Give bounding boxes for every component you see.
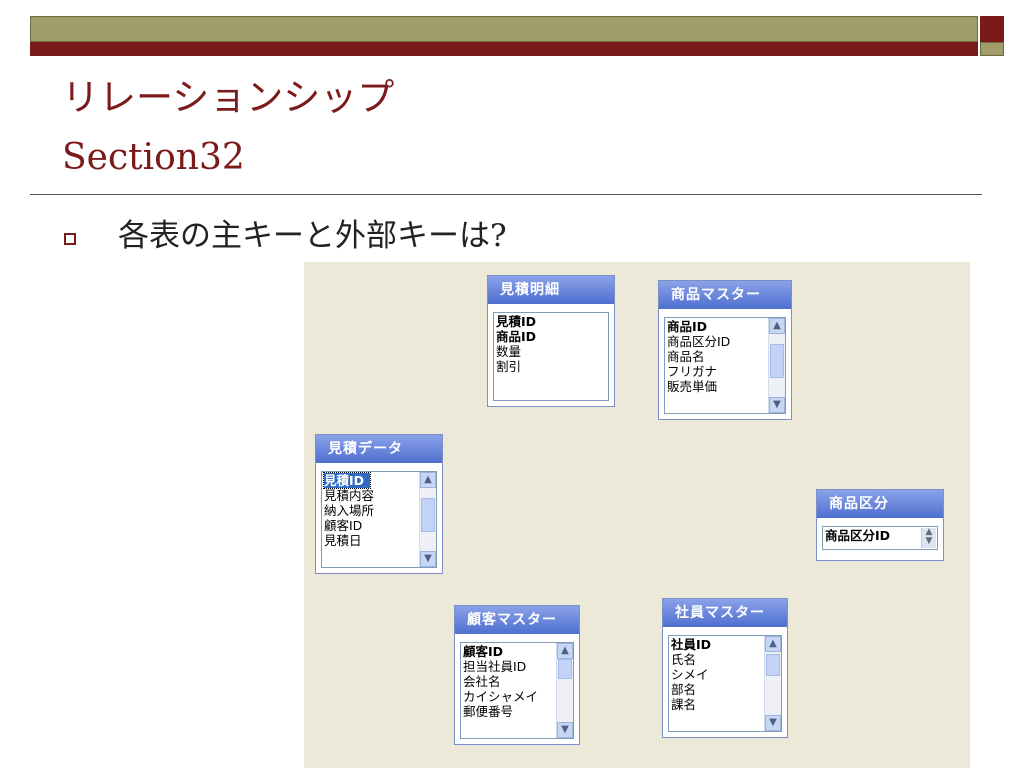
field-item[interactable]: 商品ID xyxy=(496,329,608,344)
scrollbar[interactable]: ▲ ▼ xyxy=(764,636,781,731)
table-shohin-kubun[interactable]: 商品区分 商品区分ID ▲ ▼ xyxy=(816,489,944,561)
header-square-red xyxy=(980,16,1004,42)
table-title[interactable]: 商品マスター xyxy=(659,281,791,309)
scroll-thumb[interactable] xyxy=(558,659,572,679)
field-list[interactable]: 見積ID 商品ID 数量 割引 xyxy=(493,312,609,401)
field-list[interactable]: 社員ID 氏名 シメイ 部名 課名 ▲ ▼ xyxy=(668,635,782,732)
scroll-up-icon[interactable]: ▲ xyxy=(765,636,781,652)
scroll-down-icon[interactable]: ▼ xyxy=(557,722,573,738)
table-title[interactable]: 見積データ xyxy=(316,435,442,463)
table-title[interactable]: 顧客マスター xyxy=(455,606,579,634)
scroll-up-icon[interactable]: ▲ xyxy=(769,318,785,334)
table-title[interactable]: 社員マスター xyxy=(663,599,787,627)
bullet-question-mark: ? xyxy=(490,218,507,254)
field-list[interactable]: 見積ID 見積内容 納入場所 顧客ID 見積日 ▲ ▼ xyxy=(321,471,437,568)
header-band-red xyxy=(30,42,978,56)
field-list-items: 商品区分ID xyxy=(823,527,937,543)
scroll-down-icon[interactable]: ▼ xyxy=(420,551,436,567)
header-square-olive xyxy=(980,42,1004,56)
slide-subtitle: Section32 xyxy=(62,137,245,178)
field-list[interactable]: 商品区分ID ▲ ▼ xyxy=(822,526,938,550)
field-item[interactable]: 見積ID xyxy=(496,314,608,329)
slide-title: リレーションシップ xyxy=(62,76,395,119)
scroll-up-icon[interactable]: ▲ xyxy=(420,472,436,488)
table-mitsumori-meisai[interactable]: 見積明細 見積ID 商品ID 数量 割引 xyxy=(487,275,615,407)
title-divider xyxy=(30,194,982,195)
field-list[interactable]: 商品ID 商品区分ID 商品名 フリガナ 販売単価 ▲ ▼ xyxy=(664,317,786,414)
header-band-olive xyxy=(30,16,978,42)
table-shohin-master[interactable]: 商品マスター 商品ID 商品区分ID 商品名 フリガナ 販売単価 ▲ ▼ xyxy=(658,280,792,420)
bullet-square-icon xyxy=(64,233,76,245)
field-list-items: 商品ID 商品区分ID 商品名 フリガナ 販売単価 xyxy=(665,318,785,394)
table-shain-master[interactable]: 社員マスター 社員ID 氏名 シメイ 部名 課名 ▲ ▼ xyxy=(662,598,788,738)
scrollbar[interactable]: ▲ ▼ xyxy=(768,318,785,413)
scrollbar[interactable]: ▲ ▼ xyxy=(556,643,573,738)
scroll-down-icon[interactable]: ▼ xyxy=(769,397,785,413)
field-item[interactable]: 割引 xyxy=(496,359,608,374)
field-list-items: 見積ID 商品ID 数量 割引 xyxy=(494,313,608,374)
bullet-text-main: 各表の主キーと外部キーは xyxy=(118,218,490,254)
scroll-up-icon[interactable]: ▲ xyxy=(557,643,573,659)
spinner-icon[interactable]: ▲ ▼ xyxy=(921,528,936,548)
relationship-canvas: 見積明細 見積ID 商品ID 数量 割引 商品マスター 商品ID 商品区分ID 商品名 フリ… xyxy=(304,262,970,768)
scroll-thumb[interactable] xyxy=(766,654,780,676)
scroll-thumb[interactable] xyxy=(421,498,435,532)
scroll-thumb[interactable] xyxy=(770,344,784,378)
table-title[interactable]: 商品区分 xyxy=(817,490,943,518)
scroll-down-icon[interactable]: ▼ xyxy=(765,715,781,731)
table-mitsumori-data[interactable]: 見積データ 見積ID 見積内容 納入場所 顧客ID 見積日 ▲ ▼ xyxy=(315,434,443,574)
bullet-text: 各表の主キーと外部キーは? xyxy=(118,214,507,258)
table-kokyaku-master[interactable]: 顧客マスター 顧客ID 担当社員ID 会社名 カイシャメイ 郵便番号 ▲ ▼ xyxy=(454,605,580,745)
field-item[interactable]: 見積ID xyxy=(322,472,372,489)
scrollbar[interactable]: ▲ ▼ xyxy=(419,472,436,567)
field-list[interactable]: 顧客ID 担当社員ID 会社名 カイシャメイ 郵便番号 ▲ ▼ xyxy=(460,642,574,739)
field-item[interactable]: 数量 xyxy=(496,344,608,359)
table-title[interactable]: 見積明細 xyxy=(488,276,614,304)
